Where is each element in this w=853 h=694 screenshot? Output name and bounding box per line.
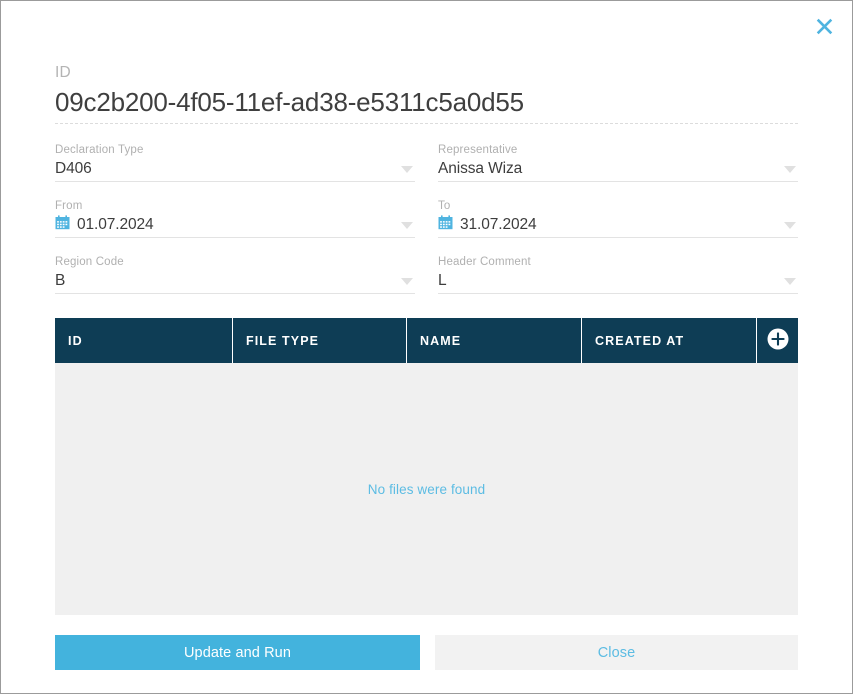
field-label: Region Code <box>55 256 124 268</box>
field-label: Representative <box>438 144 518 156</box>
field-value: D406 <box>55 160 92 177</box>
field-label: Header Comment <box>438 256 531 268</box>
field-value: B <box>55 272 66 289</box>
file-upload-dialog: ID 09c2b200-4f05-11ef-ad38-e5311c5a0d55 … <box>0 0 853 694</box>
add-file-button[interactable] <box>756 318 798 363</box>
close-icon-button[interactable] <box>810 12 838 40</box>
calendar-icon[interactable] <box>55 215 70 235</box>
id-field-label: ID <box>55 64 71 81</box>
chevron-down-icon[interactable] <box>401 277 413 285</box>
close-button[interactable]: Close <box>435 635 798 670</box>
field-representative[interactable]: Representative Anissa Wiza <box>438 143 798 182</box>
field-to-date[interactable]: To 31.07.2024 <box>438 199 798 238</box>
chevron-down-icon[interactable] <box>784 277 796 285</box>
field-region-code[interactable]: Region Code B <box>55 255 415 294</box>
close-icon <box>816 18 833 35</box>
dialog-content: ID 09c2b200-4f05-11ef-ad38-e5311c5a0d55 … <box>55 1 798 670</box>
field-value: 31.07.2024 <box>460 216 537 233</box>
files-table-body: No files were found <box>55 363 798 615</box>
field-label: From <box>55 200 83 212</box>
field-label: To <box>438 200 451 212</box>
column-header-file-type[interactable]: FILE TYPE <box>232 318 406 363</box>
chevron-down-icon[interactable] <box>784 165 796 173</box>
column-header-name[interactable]: NAME <box>406 318 581 363</box>
update-and-run-button[interactable]: Update and Run <box>55 635 420 670</box>
field-from-date[interactable]: From 01.07.2024 <box>55 199 415 238</box>
form-fields-grid: Declaration Type D406 Representative Ani… <box>55 143 798 294</box>
files-table-header: ID FILE TYPE NAME CREATED AT <box>55 318 798 363</box>
calendar-icon[interactable] <box>438 215 453 235</box>
field-value: L <box>438 272 447 289</box>
empty-state-message: No files were found <box>367 481 486 497</box>
chevron-down-icon[interactable] <box>401 221 413 229</box>
id-field-block: ID 09c2b200-4f05-11ef-ad38-e5311c5a0d55 <box>55 63 798 124</box>
dialog-footer: Update and Run Close <box>55 635 798 670</box>
chevron-down-icon[interactable] <box>784 221 796 229</box>
field-label: Declaration Type <box>55 144 144 156</box>
id-field-value: 09c2b200-4f05-11ef-ad38-e5311c5a0d55 <box>55 83 798 124</box>
field-header-comment[interactable]: Header Comment L <box>438 255 798 294</box>
column-header-id[interactable]: ID <box>55 318 232 363</box>
chevron-down-icon[interactable] <box>401 165 413 173</box>
field-value: Anissa Wiza <box>438 160 523 177</box>
column-header-created-at[interactable]: CREATED AT <box>581 318 756 363</box>
plus-circle-icon <box>767 328 789 353</box>
field-declaration-type[interactable]: Declaration Type D406 <box>55 143 415 182</box>
field-value: 01.07.2024 <box>77 216 154 233</box>
files-table: ID FILE TYPE NAME CREATED AT No files we… <box>55 318 798 615</box>
